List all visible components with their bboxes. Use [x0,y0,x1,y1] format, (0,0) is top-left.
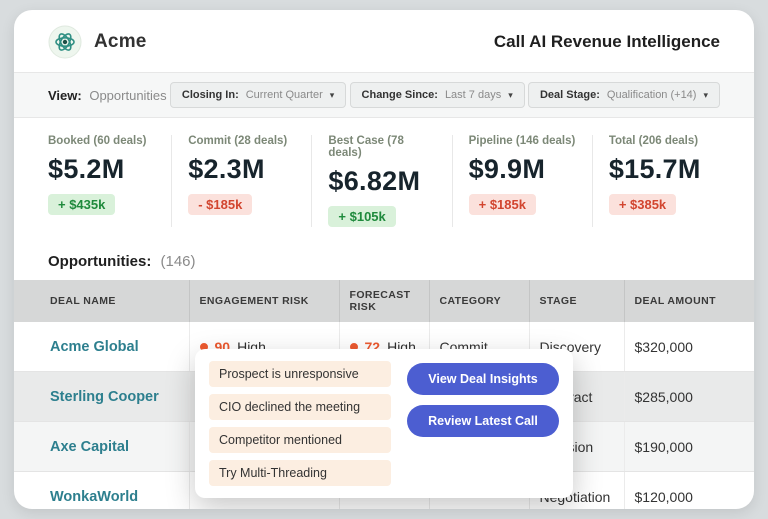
kpi-pipeline: Pipeline (146 deals) $9.9M + $185k [469,135,593,227]
kpi-delta-badge: - $185k [188,194,252,215]
dropdown-label: Deal Stage: [540,89,600,101]
dashboard-card: Acme Call AI Revenue Intelligence View: … [14,10,754,509]
dropdown-closing-in[interactable]: Closing In: Current Quarter ▾ [170,82,346,108]
chevron-down-icon: ▾ [508,91,513,100]
view-label: View: [48,88,82,103]
deal-name-link[interactable]: WonkaWorld [50,489,138,505]
risk-reasons-list: Prospect is unresponsive CIO declined th… [209,361,391,486]
col-header-engagement-risk: ENGAGEMENT RISK [189,280,339,322]
app-title: Call AI Revenue Intelligence [494,32,720,52]
dropdown-value: Last 7 days [445,89,501,101]
col-header-stage: STAGE [529,280,624,322]
header: Acme Call AI Revenue Intelligence [14,10,754,72]
risk-reason-item: Try Multi-Threading [209,460,391,486]
dropdown-label: Change Since: [362,89,438,101]
kpi-label: Best Case (78 deals) [328,135,439,159]
kpi-delta-badge: + $105k [328,206,395,227]
kpi-commit: Commit (28 deals) $2.3M - $185k [188,135,312,227]
kpi-booked: Booked (60 deals) $5.2M + $435k [48,135,172,227]
kpi-label: Total (206 deals) [609,135,720,147]
dropdown-deal-stage[interactable]: Deal Stage: Qualification (+14) ▾ [528,82,720,108]
kpi-row: Booked (60 deals) $5.2M + $435k Commit (… [14,118,754,241]
kpi-best-case: Best Case (78 deals) $6.82M + $105k [328,135,452,227]
kpi-value: $9.9M [469,154,580,185]
brand-group: Acme [48,25,147,59]
kpi-delta-badge: + $385k [609,194,676,215]
chevron-down-icon: ▾ [703,91,708,100]
deal-amount-cell: $285,000 [624,372,754,422]
dropdown-value: Qualification (+14) [607,89,697,101]
dropdown-change-since[interactable]: Change Since: Last 7 days ▾ [350,82,525,108]
dropdown-value: Current Quarter [246,89,323,101]
acme-logo-icon [48,25,82,59]
kpi-label: Pipeline (146 deals) [469,135,580,147]
kpi-label: Booked (60 deals) [48,135,159,147]
view-value: Opportunities [89,88,166,103]
kpi-value: $6.82M [328,166,439,197]
chevron-down-icon: ▾ [330,91,335,100]
deal-name-link[interactable]: Axe Capital [50,439,129,455]
deal-amount-cell: $190,000 [624,422,754,472]
deal-name-cell: Sterling Cooper [14,372,189,422]
review-latest-call-button[interactable]: Review Latest Call [407,405,559,437]
deal-amount-cell: $320,000 [624,322,754,372]
kpi-value: $15.7M [609,154,720,185]
view-selector: View: Opportunities [48,88,167,103]
col-header-deal-amount: DEAL AMOUNT [624,280,754,322]
heading-label: Opportunities: [48,253,151,270]
risk-insights-popup: Prospect is unresponsive CIO declined th… [195,349,573,498]
deal-name-cell: WonkaWorld [14,472,189,510]
col-header-category: CATEGORY [429,280,529,322]
popup-actions: View Deal Insights Review Latest Call [407,361,559,486]
risk-reason-item: CIO declined the meeting [209,394,391,420]
kpi-value: $2.3M [188,154,299,185]
heading-count: (146) [161,253,196,270]
col-header-forecast-risk: FORECAST RISK [339,280,429,322]
deal-name-cell: Acme Global [14,322,189,372]
deal-name-link[interactable]: Acme Global [50,339,139,355]
opportunities-heading: Opportunities: (146) [14,241,754,280]
kpi-total: Total (206 deals) $15.7M + $385k [609,135,720,227]
table-header-row: DEAL NAME ENGAGEMENT RISK FORECAST RISK … [14,280,754,322]
deal-amount-cell: $120,000 [624,472,754,510]
deal-name-cell: Axe Capital [14,422,189,472]
kpi-delta-badge: + $185k [469,194,536,215]
kpi-value: $5.2M [48,154,159,185]
brand-name: Acme [94,31,147,53]
kpi-label: Commit (28 deals) [188,135,299,147]
view-deal-insights-button[interactable]: View Deal Insights [407,363,559,395]
risk-reason-item: Competitor mentioned [209,427,391,453]
dropdown-label: Closing In: [182,89,239,101]
deal-name-link[interactable]: Sterling Cooper [50,389,159,405]
col-header-deal-name: DEAL NAME [14,280,189,322]
kpi-delta-badge: + $435k [48,194,115,215]
filter-bar: View: Opportunities Closing In: Current … [14,72,754,118]
risk-reason-item: Prospect is unresponsive [209,361,391,387]
